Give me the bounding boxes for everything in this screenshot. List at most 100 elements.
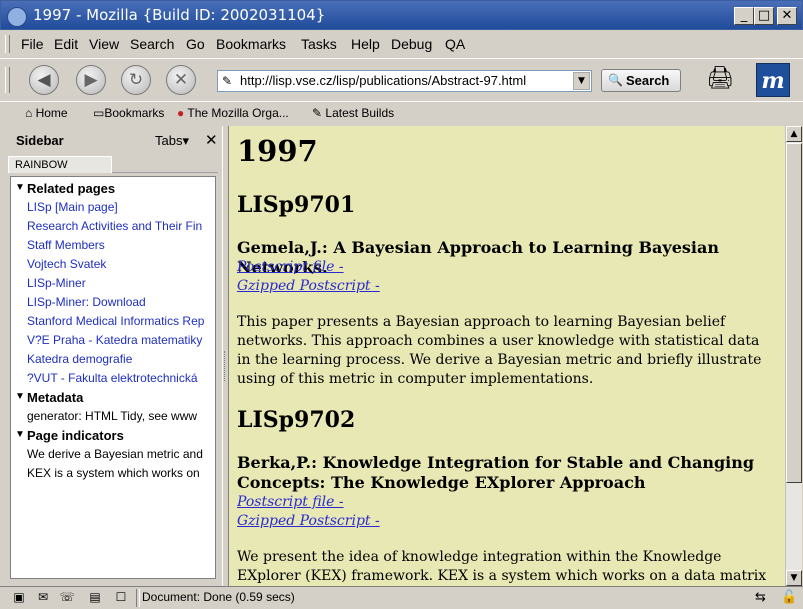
home-icon: ⌂ — [25, 106, 33, 120]
stop-icon: ✕ — [173, 70, 189, 90]
menu-edit[interactable]: Edit — [54, 36, 78, 52]
entry-abstract: We present the idea of knowledge integra… — [237, 549, 767, 584]
expand-triangle-icon: ▼ — [15, 429, 25, 440]
minimize-button[interactable]: _ — [734, 7, 754, 25]
menu-go[interactable]: Go — [186, 36, 205, 52]
close-window-button[interactable]: ✕ — [777, 7, 797, 25]
postscript-link[interactable]: Postscript file - — [237, 259, 344, 275]
reload-button[interactable]: ↻ — [121, 65, 151, 95]
bookmark-icon: ✎ — [312, 106, 323, 120]
address-book-icon[interactable]: ☐ — [112, 590, 130, 606]
postscript-link[interactable]: Postscript file - — [237, 494, 344, 510]
tree-item[interactable]: Staff Members — [11, 236, 215, 255]
tree-section-related-pages[interactable]: ▼ Related pages — [11, 179, 215, 198]
folder-icon: ▭ — [93, 106, 105, 120]
entry-id: LISp9702 — [237, 407, 356, 433]
tree-item[interactable]: LISp [Main page] — [11, 198, 215, 217]
entry-abstract: This paper presents a Bayesian approach … — [237, 314, 762, 387]
menu-debug[interactable]: Debug — [391, 36, 432, 52]
page-content: 1997 LISp9701 Gemela,J.: A Bayesian Appr… — [229, 126, 785, 586]
divider — [136, 589, 140, 607]
url-history-dropdown[interactable]: ▼ — [573, 72, 590, 90]
composer-icon[interactable]: ▤ — [86, 590, 104, 606]
tree-item[interactable]: LISp-Miner: Download — [11, 293, 215, 312]
menu-bookmarks[interactable]: Bookmarks — [216, 36, 286, 52]
mozilla-throbber-icon[interactable]: m — [756, 63, 790, 97]
menu-file[interactable]: File — [21, 36, 44, 52]
tree-item[interactable]: ?VUT - Fakulta elektrotechnická — [11, 369, 215, 388]
tree-item[interactable]: Vojtech Svatek — [11, 255, 215, 274]
expand-triangle-icon: ▼ — [15, 391, 25, 402]
gzipped-postscript-link[interactable]: Gzipped Postscript - — [237, 278, 380, 294]
sidebar-header: Sidebar Tabs▾ ✕ — [8, 130, 218, 152]
tree-item[interactable]: LISp-Miner — [11, 274, 215, 293]
menu-view[interactable]: View — [89, 36, 119, 52]
forward-button[interactable]: ▶ — [76, 65, 106, 95]
tree-item[interactable]: V?E Praha - Katedra matematiky — [11, 331, 215, 350]
mozilla-dino-icon: ● — [177, 106, 185, 120]
title-bar: 1997 - Mozilla {Build ID: 2002031104} _ … — [0, 0, 803, 30]
status-text: Document: Done (0.59 secs) — [142, 590, 295, 604]
bookmark-mozilla-org[interactable]: ● The Mozilla Orga... — [177, 106, 289, 120]
page-heading: 1997 — [237, 134, 318, 168]
security-lock-icon[interactable]: 🔓 — [781, 590, 797, 605]
page-icon: ✎ — [222, 74, 233, 88]
sidebar-tabs-button[interactable]: Tabs▾ — [155, 133, 189, 149]
url-bar[interactable]: ✎ http://lisp.vse.cz/lisp/publications/A… — [217, 70, 592, 92]
dropdown-arrow-icon: ▾ — [182, 133, 189, 148]
tree-section-page-indicators[interactable]: ▼ Page indicators — [11, 426, 215, 445]
bookmark-latest-builds[interactable]: ✎ Latest Builds — [312, 106, 394, 120]
window-title: 1997 - Mozilla {Build ID: 2002031104} — [33, 6, 326, 24]
maximize-button[interactable]: □ — [754, 7, 774, 25]
sidebar: Sidebar Tabs▾ ✕ RAINBOW ▼ Related pages … — [0, 126, 222, 586]
navigation-toolbar: ◀ ▶ ↻ ✕ ✎ http://lisp.vse.cz/lisp/public… — [0, 58, 803, 100]
tree-item[interactable]: generator: HTML Tidy, see www — [11, 407, 215, 426]
splitter-grip[interactable] — [224, 351, 228, 381]
toolbar-grip[interactable] — [5, 35, 10, 53]
entry-id: LISp9701 — [237, 192, 356, 218]
sidebar-panel-tab[interactable]: RAINBOW — [8, 156, 112, 173]
sidebar-title: Sidebar — [16, 133, 64, 148]
bookmarks-button[interactable]: ▭Bookmarks — [93, 106, 164, 120]
menu-bar: File Edit View Search Go Bookmarks Tasks… — [0, 31, 803, 57]
reload-icon: ↻ — [128, 70, 144, 90]
connection-icon: ⇆ — [755, 590, 766, 605]
mail-icon[interactable]: ✉ — [34, 590, 52, 606]
back-button[interactable]: ◀ — [29, 65, 59, 95]
stop-button[interactable]: ✕ — [166, 65, 196, 95]
vertical-scrollbar[interactable]: ▲ ▼ — [785, 126, 802, 586]
scroll-thumb[interactable] — [786, 143, 802, 483]
search-icon: 🔍 — [608, 73, 623, 87]
expand-triangle-icon: ▼ — [15, 182, 25, 193]
chat-icon[interactable]: ☏ — [58, 590, 76, 606]
mozilla-logo-icon — [7, 7, 27, 27]
scroll-up-button[interactable]: ▲ — [786, 126, 802, 142]
search-button[interactable]: 🔍 Search — [601, 69, 681, 92]
gzipped-postscript-link[interactable]: Gzipped Postscript - — [237, 513, 380, 529]
tree-item[interactable]: We derive a Bayesian metric and — [11, 445, 215, 464]
sidebar-close-button[interactable]: ✕ — [205, 131, 218, 149]
printer-icon: 🖨 — [706, 66, 734, 91]
forward-arrow-icon: ▶ — [84, 70, 98, 90]
menu-help[interactable]: Help — [351, 36, 380, 52]
home-button[interactable]: ⌂ Home — [25, 106, 68, 120]
tree-item[interactable]: Research Activities and Their Fin — [11, 217, 215, 236]
menu-search[interactable]: Search — [130, 36, 174, 52]
navigator-icon[interactable]: ▣ — [10, 590, 28, 606]
tree-item[interactable]: KEX is a system which works on — [11, 464, 215, 483]
tree-section-metadata[interactable]: ▼ Metadata — [11, 388, 215, 407]
print-button[interactable]: 🖨 — [706, 66, 738, 94]
back-arrow-icon: ◀ — [37, 70, 51, 90]
menu-qa[interactable]: QA — [445, 36, 465, 52]
tree-item[interactable]: Stanford Medical Informatics Rep — [11, 312, 215, 331]
tree-item[interactable]: Katedra demografie — [11, 350, 215, 369]
status-bar: ▣ ✉ ☏ ▤ ☐ Document: Done (0.59 secs) ⇆ 🔓 — [0, 586, 803, 609]
personal-toolbar: ⌂ Home ▭Bookmarks ● The Mozilla Orga... … — [0, 101, 803, 125]
url-input[interactable]: http://lisp.vse.cz/lisp/publications/Abs… — [240, 73, 526, 88]
toolbar-grip[interactable] — [5, 67, 10, 93]
sidebar-splitter[interactable] — [222, 126, 229, 586]
menu-tasks[interactable]: Tasks — [301, 36, 337, 52]
scroll-down-button[interactable]: ▼ — [786, 570, 802, 586]
entry-title: Berka,P.: Knowledge Integration for Stab… — [237, 453, 755, 492]
rainbow-panel: ▼ Related pages LISp [Main page] Researc… — [10, 176, 216, 579]
